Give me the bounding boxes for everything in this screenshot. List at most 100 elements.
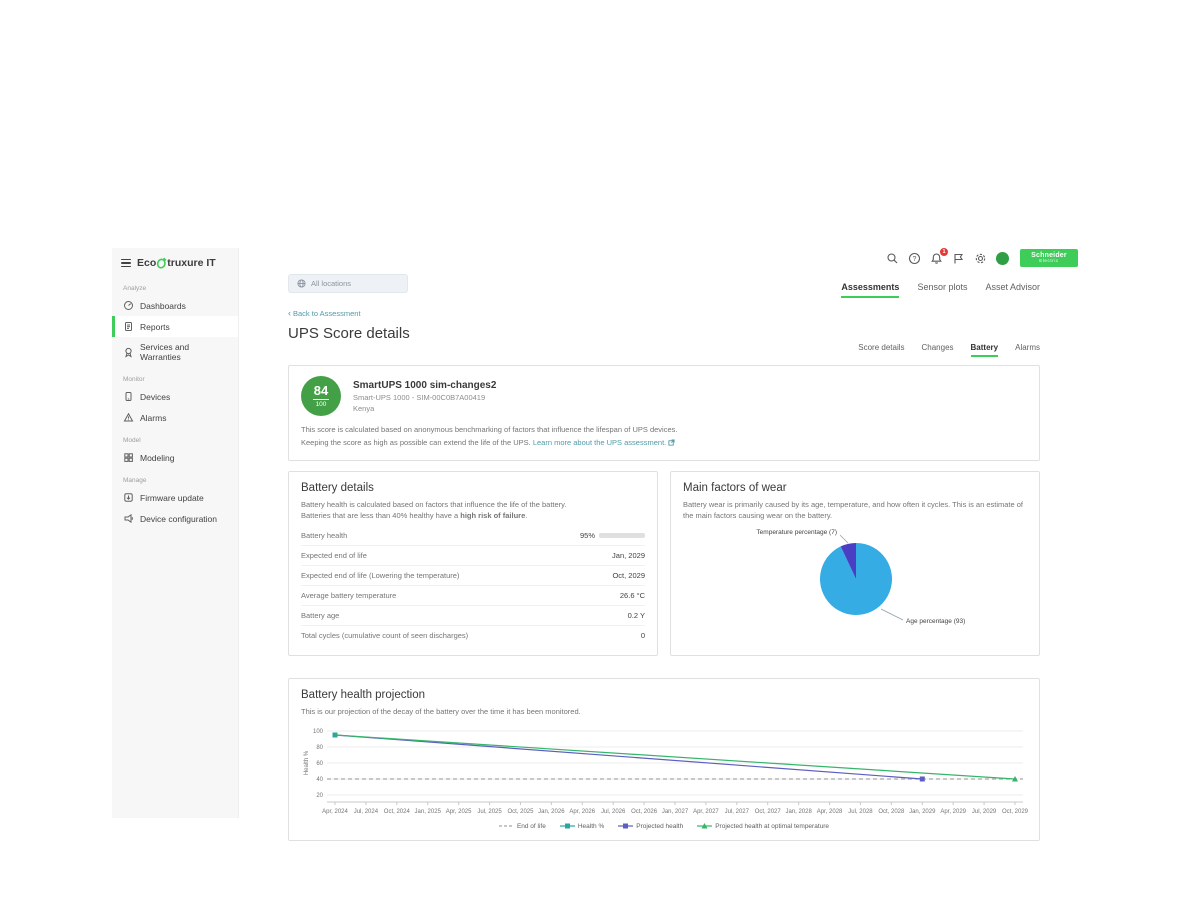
legend-label: Projected health at optimal temperature	[715, 823, 829, 830]
device-location: Kenya	[353, 404, 496, 413]
x-tick-label: Jul, 2025	[477, 809, 502, 815]
subtab-changes[interactable]: Changes	[922, 343, 954, 357]
dashboard-icon	[123, 300, 134, 311]
page-title: UPS Score details	[288, 325, 1040, 342]
sidebar-item-label: Alarms	[140, 413, 166, 423]
sidebar-item-dashboards[interactable]: Dashboards	[112, 295, 238, 316]
subtab-alarms[interactable]: Alarms	[1015, 343, 1040, 357]
tab-assessments[interactable]: Assessments	[841, 282, 899, 298]
wear-panel-title: Main factors of wear	[683, 482, 1027, 494]
help-icon[interactable]: ?	[908, 252, 921, 265]
settings-gear-icon[interactable]	[974, 252, 987, 265]
notifications-bell-icon[interactable]: 1	[930, 252, 943, 265]
app-window: Eco truxure IT Analyze Dashboards Report…	[112, 248, 1078, 823]
sidebar-item-reports[interactable]: Reports	[112, 316, 238, 337]
services-icon	[123, 347, 134, 358]
score-description: This score is calculated based on anonym…	[301, 424, 1027, 450]
row-value: 0.2 Y	[628, 611, 645, 620]
x-tick-label: Jan, 2027	[662, 809, 689, 815]
main-factors-of-wear-panel: Main factors of wear Battery wear is pri…	[670, 471, 1040, 657]
legend-item[interactable]: End of life	[499, 822, 546, 830]
x-tick-label: Jul, 2026	[601, 809, 626, 815]
menu-icon[interactable]	[120, 258, 132, 269]
x-tick-label: Apr, 2024	[322, 809, 348, 815]
search-icon[interactable]	[886, 252, 899, 265]
report-icon	[123, 321, 134, 332]
x-tick-label: Jul, 2027	[725, 809, 750, 815]
legend-marker-icon	[697, 822, 712, 830]
table-row-end-of-life: Expected end of life Jan, 2029	[301, 546, 645, 566]
device-configuration-icon	[123, 513, 134, 524]
legend-item[interactable]: Projected health	[618, 822, 683, 830]
row-label: Expected end of life	[301, 551, 367, 560]
table-row-total-cycles: Total cycles (cumulative count of seen d…	[301, 626, 645, 645]
row-label: Expected end of life (Lowering the tempe…	[301, 571, 459, 580]
table-row-battery-health: Battery health 95%	[301, 526, 645, 546]
y-axis-label: Health %	[304, 750, 310, 775]
schneider-electric-logo: Schneider Electric	[1020, 249, 1078, 267]
feedback-icon[interactable]	[952, 252, 965, 265]
score-value: 84	[314, 384, 328, 397]
location-filter[interactable]: All locations	[288, 274, 408, 293]
x-tick-label: Jan, 2025	[415, 809, 442, 815]
row-value: 0	[641, 631, 645, 640]
x-tick-label: Oct, 2024	[384, 809, 411, 815]
battery-details-desc-line2: Batteries that are less than 40% healthy…	[301, 511, 460, 520]
legend-label: End of life	[517, 823, 546, 830]
legend-item[interactable]: Projected health at optimal temperature	[697, 822, 829, 830]
health-projection-chart: 20406080100Health %Apr, 2024Jul, 2024Oct…	[301, 723, 1029, 821]
sidebar-section-manage: Manage	[112, 468, 238, 487]
pie-label-age: Age percentage (93)	[906, 618, 965, 625]
back-to-assessment-link[interactable]: Back to Assessment	[288, 309, 361, 318]
sidebar-item-devices[interactable]: Devices	[112, 386, 238, 407]
x-tick-label: Oct, 2026	[631, 809, 658, 815]
x-tick-label: Apr, 2026	[569, 809, 595, 815]
sidebar-item-firmware-update[interactable]: Firmware update	[112, 487, 238, 508]
legend-marker-icon	[618, 822, 633, 830]
data-point-marker[interactable]	[920, 777, 925, 782]
x-tick-label: Jan, 2029	[909, 809, 936, 815]
notification-badge: 1	[940, 248, 948, 256]
user-avatar[interactable]	[996, 252, 1009, 265]
legend-marker-icon	[560, 822, 575, 830]
chevron-left-icon	[288, 309, 291, 318]
sub-tabs: Score details Changes Battery Alarms	[288, 343, 1040, 357]
score-max: 100	[316, 402, 327, 409]
sidebar-item-services-warranties[interactable]: Services and Warranties	[112, 337, 238, 367]
x-tick-label: Jul, 2028	[848, 809, 873, 815]
tab-sensor-plots[interactable]: Sensor plots	[917, 282, 967, 298]
sidebar-item-device-configuration[interactable]: Device configuration	[112, 508, 238, 529]
score-description-line2: Keeping the score as high as possible ca…	[301, 438, 531, 447]
svg-text:?: ?	[913, 256, 917, 263]
x-tick-label: Oct, 2029	[1002, 809, 1029, 815]
table-row-avg-temperature: Average battery temperature 26.6 °C	[301, 586, 645, 606]
sidebar-section-monitor: Monitor	[112, 367, 238, 386]
battery-details-desc-suffix: .	[525, 511, 527, 520]
x-tick-label: Oct, 2025	[507, 809, 534, 815]
sidebar-item-label: Modeling	[140, 453, 175, 463]
battery-details-description: Battery health is calculated based on fa…	[301, 499, 645, 522]
x-tick-label: Jan, 2026	[538, 809, 565, 815]
sidebar-item-modeling[interactable]: Modeling	[112, 447, 238, 468]
main-content: All locations Assessments Sensor plots A…	[288, 274, 1040, 841]
sidebar-item-label: Dashboards	[140, 301, 186, 311]
legend-item[interactable]: Health %	[560, 822, 604, 830]
brand-eco: Eco	[137, 257, 156, 269]
learn-more-link[interactable]: Learn more about the UPS assessment.	[533, 438, 666, 447]
tab-asset-advisor[interactable]: Asset Advisor	[985, 282, 1040, 298]
sidebar-item-alarms[interactable]: Alarms	[112, 407, 238, 428]
subtab-battery[interactable]: Battery	[971, 343, 999, 357]
x-tick-label: Apr, 2029	[940, 809, 966, 815]
row-label: Average battery temperature	[301, 591, 396, 600]
projection-title: Battery health projection	[301, 689, 1027, 701]
y-tick-label: 100	[313, 729, 324, 735]
modeling-icon	[123, 452, 134, 463]
sidebar-section-analyze: Analyze	[112, 276, 238, 295]
subtab-score-details[interactable]: Score details	[858, 343, 904, 357]
row-value: 95%	[580, 531, 595, 540]
row-label: Total cycles (cumulative count of seen d…	[301, 631, 468, 640]
row-label: Battery health	[301, 531, 347, 540]
wear-panel-description: Battery wear is primarily caused by its …	[683, 499, 1027, 522]
location-filter-label: All locations	[311, 279, 351, 288]
y-tick-label: 40	[316, 777, 323, 783]
